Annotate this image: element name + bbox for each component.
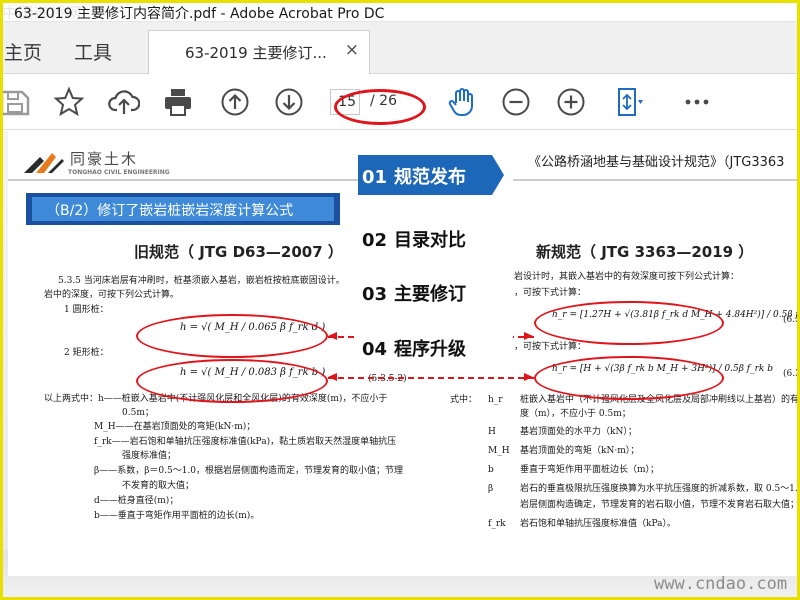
menu-item-number: 01 bbox=[362, 167, 388, 188]
text-line: 岩中的深度，可按下列公式计算。 bbox=[44, 290, 180, 300]
slide-header-title: 《公路桥涵地基与基础设计规范》（JTG3363 bbox=[528, 155, 785, 170]
arrow-left-icon bbox=[328, 332, 337, 340]
page-down-icon[interactable] bbox=[273, 86, 305, 118]
close-tab-icon[interactable]: × bbox=[345, 40, 359, 60]
menu-item-number: 03 bbox=[362, 284, 388, 305]
text-line: 岩层侧面构造确定，节理发育的岩石取小值，节理不发育岩石取大值； bbox=[520, 500, 800, 510]
save-icon[interactable] bbox=[0, 86, 32, 118]
text-line: 度（m），不应小于 0.5m； bbox=[520, 409, 631, 419]
logo-text-cn: 同豪土木 bbox=[70, 150, 139, 168]
logo-text-en: TONGHAO CIVIL ENGINEERING bbox=[68, 169, 170, 176]
text-line: 1 圆形桩： bbox=[64, 305, 109, 315]
active-menu-arrow bbox=[492, 155, 504, 195]
menu-item-main-revisions[interactable]: 03 主要修订 bbox=[362, 280, 466, 306]
text-line: 基岩顶面处的弯矩（kN·m）； bbox=[520, 446, 640, 456]
symbol-label: M_H bbox=[488, 446, 510, 456]
logo-mark-icon bbox=[24, 153, 64, 173]
menu-item-number: 02 bbox=[362, 230, 388, 251]
menu-item-label: 主要修订 bbox=[394, 284, 466, 305]
tab-home[interactable]: 主页 bbox=[4, 38, 42, 65]
symbol-label: H bbox=[488, 427, 496, 437]
highlight-ellipse-old-2 bbox=[136, 359, 328, 403]
text-line: 0.5m； bbox=[122, 408, 154, 418]
star-icon[interactable] bbox=[53, 86, 85, 118]
page-number-highlight bbox=[334, 89, 426, 125]
tab-bar: 主页 工具 63-2019 主要修订... × bbox=[0, 22, 800, 75]
text-line: 基岩顶面处的水平力（kN）； bbox=[520, 427, 637, 437]
equation-number: (6.3. bbox=[783, 369, 800, 379]
text-line: d——桩身直径(m)； bbox=[94, 496, 179, 506]
highlight-ellipse-new-2 bbox=[534, 356, 724, 400]
text-line: 不发育的取大值； bbox=[122, 481, 195, 491]
fit-page-icon[interactable] bbox=[612, 86, 644, 118]
tab-document-label: 63-2019 主要修订... bbox=[185, 44, 327, 62]
old-standard-page: 5.3.5 当河床岩层有冲刷时，桩基须嵌入基岩，嵌岩桩按桩底嵌固设计。 岩中的深… bbox=[38, 268, 407, 538]
highlight-ellipse-old-1 bbox=[136, 314, 328, 358]
outline-menu: 01 规范发布 02 目录对比 03 主要修订 04 程序升级 bbox=[358, 151, 513, 373]
section-label: （B/2）修订了嵌岩桩嵌岩深度计算公式 bbox=[32, 197, 334, 221]
text-line: 5.3.5 当河床岩层有冲刷时，桩基须嵌入基岩，嵌岩桩按桩底嵌固设计。 bbox=[58, 276, 345, 286]
window-title: 63-2019 主要修订内容简介.pdf - Adobe Acrobat Pro… bbox=[14, 6, 385, 22]
zoom-out-icon[interactable] bbox=[500, 86, 532, 118]
equation-number: (5.3.5-2) bbox=[368, 374, 407, 384]
page-up-icon[interactable] bbox=[219, 86, 251, 118]
text-line: 岩石的垂直极限抗压强度换算为水平抗压强度的折减系数，取 0.5～1.0， bbox=[520, 484, 800, 494]
menu-item-label: 程序升级 bbox=[394, 339, 466, 360]
highlight-ellipse-new-1 bbox=[534, 301, 724, 345]
old-standard-heading: 旧规范（ JTG D63—2007 ） bbox=[134, 243, 343, 261]
arrow-right-icon bbox=[524, 373, 533, 381]
text-line: f_rk——岩石饱和单轴抗压强度标准值(kPa)，黏土质岩取天然湿度单轴抗压 bbox=[94, 437, 397, 447]
menu-item-number: 04 bbox=[362, 339, 388, 360]
print-icon[interactable] bbox=[162, 86, 194, 118]
text-line: 2 矩形桩： bbox=[64, 348, 109, 358]
menu-item-toc-compare[interactable]: 02 目录对比 bbox=[362, 226, 466, 252]
text-line: 岩设计时，其嵌入基岩中的有效深度可按下列公式计算： bbox=[514, 272, 740, 282]
symbol-label: f_rk bbox=[488, 519, 506, 529]
text-line: 强度标准值； bbox=[122, 451, 177, 461]
symbol-label: b bbox=[488, 465, 494, 475]
arrow-left-icon bbox=[328, 373, 337, 381]
tab-tools[interactable]: 工具 bbox=[74, 38, 112, 65]
menu-item-release[interactable]: 01 规范发布 bbox=[362, 163, 466, 189]
section-label-box: （B/2）修订了嵌岩桩嵌岩深度计算公式 bbox=[26, 193, 340, 225]
menu-item-label: 规范发布 bbox=[394, 167, 466, 188]
new-standard-heading: 新规范（ JTG 3363—2019 ） bbox=[536, 243, 754, 261]
more-icon[interactable] bbox=[681, 86, 713, 118]
zoom-in-icon[interactable] bbox=[555, 86, 587, 118]
text-line: 式中： bbox=[450, 395, 478, 405]
menu-item-program-upgrade[interactable]: 04 程序升级 bbox=[362, 335, 466, 361]
text-line: ，可按下式计算： bbox=[514, 342, 587, 352]
text-line: 岩石饱和单轴抗压强度标准值（kPa）。 bbox=[520, 519, 676, 529]
cloud-upload-icon[interactable] bbox=[108, 86, 141, 118]
text-line: β——系数，β＝0.5～1.0，根据岩层侧面构造而定，节理发育的取小值；节理 bbox=[94, 466, 404, 476]
symbol-label: β bbox=[488, 484, 494, 494]
title-bar: 中国道桥网 63-2019 主要修订内容简介.pdf - Adobe Acrob… bbox=[0, 0, 800, 22]
arrow-right-icon bbox=[524, 332, 533, 340]
tab-document[interactable]: 63-2019 主要修订... × bbox=[148, 30, 370, 75]
menu-item-label: 目录对比 bbox=[394, 230, 466, 251]
hand-icon[interactable] bbox=[446, 86, 478, 118]
symbol-label: h_r bbox=[488, 395, 503, 405]
text-line: 垂直于弯矩作用平面桩边长（m）； bbox=[520, 465, 660, 475]
text-line: M_H——在基岩顶面处的弯矩(kN·m)； bbox=[94, 422, 256, 432]
footer-watermark: www.cndao.com bbox=[654, 574, 788, 594]
text-line: ，可按下式计算： bbox=[514, 288, 587, 298]
text-line: b——垂直于弯矩作用平面桩的边长(m)。 bbox=[94, 511, 260, 521]
company-logo: 同豪土木 TONGHAO CIVIL ENGINEERING bbox=[22, 145, 172, 181]
connector-line-2 bbox=[328, 377, 534, 379]
